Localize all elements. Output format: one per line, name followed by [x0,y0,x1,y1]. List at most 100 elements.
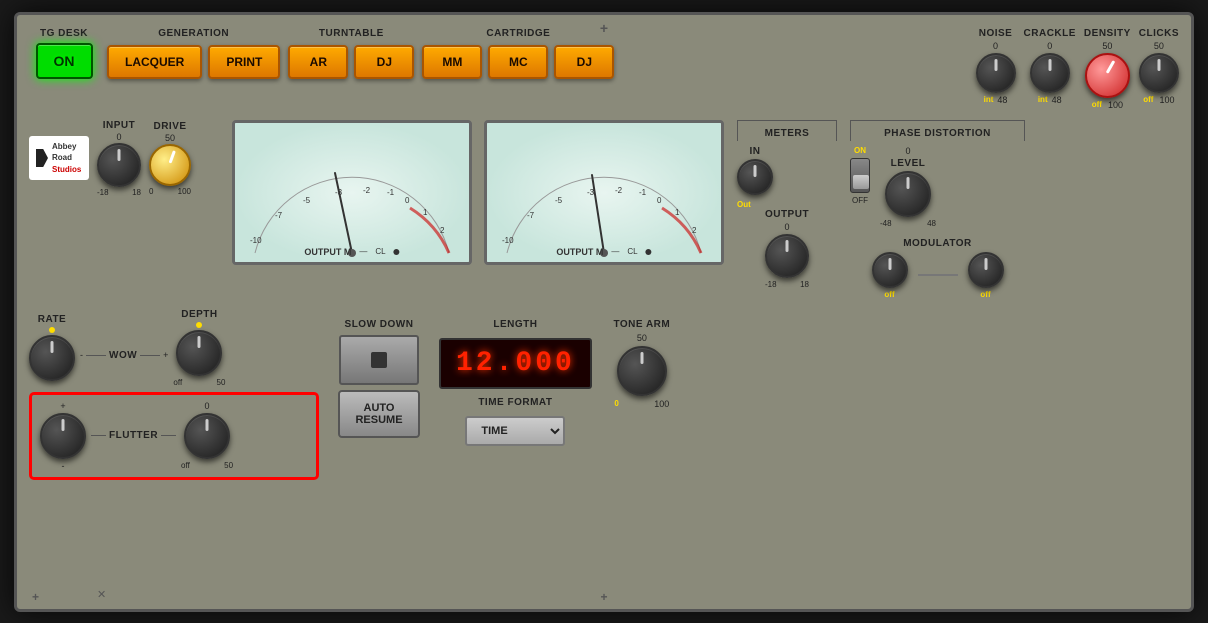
depth-dot [196,322,202,328]
close-icon: ✕ [97,588,106,601]
noise-label: NOISE [979,28,1013,39]
phase-on-label: ON [854,146,866,155]
depth-max: 50 [217,378,226,387]
slowdown-button[interactable] [339,335,419,385]
generation-label: GENERATION [158,28,229,39]
modulator-off-right: off [980,290,990,299]
input-label: INPUT [103,120,136,131]
tone-arm-value: 50 [637,333,647,343]
rate-knob[interactable] [29,335,75,381]
stop-icon [371,352,387,368]
vu-meter-left: -10 -7 -5 -3 -2 -1 0 1 2 [232,120,472,265]
vu-right-label: OUTPUT M [556,247,603,257]
drive-min: 0 [149,187,153,196]
flutter-depth-value: 0 [205,401,210,411]
wow-label: WOW [109,350,137,361]
ar-button[interactable]: AR [288,45,348,79]
svg-text:2: 2 [440,226,445,235]
slow-down-label: SLOW DOWN [345,319,414,330]
svg-text:0: 0 [405,196,410,205]
modulator-knob-left[interactable] [872,252,908,288]
level-min: -48 [880,219,892,228]
noise-knob[interactable] [976,53,1016,93]
phase-off-label: OFF [852,196,868,205]
length-label: LENGTH [493,319,537,330]
rate-label: RATE [38,314,66,325]
crackle-value: 0 [1047,41,1052,51]
svg-text:-7: -7 [275,211,283,220]
level-max: 48 [927,219,936,228]
mm-button[interactable]: MM [422,45,482,79]
drive-max: 100 [178,187,191,196]
crackle-int-label: int [1038,95,1048,105]
input-max: 18 [132,188,141,197]
input-knob[interactable] [97,143,141,187]
svg-text:1: 1 [423,208,428,217]
output-knob[interactable] [765,234,809,278]
abbey-line3: Studios [52,164,81,175]
time-format-label: TIME FORMAT [478,397,552,408]
density-off-label: off [1092,100,1102,110]
depth-label: DEPTH [181,309,217,320]
bottom-left-plus: + [32,590,39,604]
clicks-max: 100 [1159,95,1174,105]
dj-cartridge-button[interactable]: DJ [554,45,614,79]
plugin-container: + TG DESK ON GENERATION LACQUER PRINT TU… [14,12,1194,612]
drive-value: 50 [165,133,175,143]
svg-text:-2: -2 [363,186,371,195]
crackle-knob[interactable] [1030,53,1070,93]
svg-text:-1: -1 [639,188,647,197]
flutter-depth-knob[interactable] [184,413,230,459]
mc-button[interactable]: MC [488,45,548,79]
modulator-knob-right[interactable] [968,252,1004,288]
wow-plus: + [163,350,168,360]
dj-turntable-button[interactable]: DJ [354,45,414,79]
lacquer-button[interactable]: LACQUER [107,45,202,79]
level-knob[interactable] [885,171,931,217]
drive-label: DRIVE [153,121,186,132]
tone-arm-label: TONE ARM [613,319,670,330]
svg-text:1: 1 [675,208,680,217]
meters-label: METERS [765,128,810,139]
flutter-plus-left: + [60,401,65,411]
input-value: 0 [116,132,121,142]
on-button[interactable]: ON [36,43,93,79]
clicks-value: 50 [1154,41,1164,51]
modulator-label: MODULATOR [850,238,1025,249]
svg-text:-5: -5 [555,196,563,205]
flutter-minus-left: - [62,461,65,471]
tone-arm-min: 0 [614,399,618,409]
phase-toggle[interactable] [850,158,870,193]
tone-arm-knob[interactable] [617,346,667,396]
meters-in-label: IN [750,146,761,157]
clicks-knob[interactable] [1139,53,1179,93]
output-value: 0 [784,222,789,232]
drive-knob[interactable] [149,144,191,186]
density-knob[interactable] [1085,53,1130,98]
crackle-label: CRACKLE [1024,28,1076,39]
flutter-rate-knob[interactable] [40,413,86,459]
tg-desk-label: TG DESK [40,28,88,39]
noise-value: 0 [993,41,998,51]
svg-text:-7: -7 [527,211,535,220]
time-format-select[interactable]: TIME BARS SAMPLES [465,416,565,446]
flutter-max: 50 [224,461,233,470]
svg-text:-5: -5 [303,196,311,205]
print-button[interactable]: PRINT [208,45,280,79]
abbey-line1: Abbey [52,141,81,152]
meters-in-knob[interactable] [737,159,773,195]
svg-text:-10: -10 [250,236,262,245]
modulator-off-left: off [884,290,894,299]
cartridge-label: CARTRIDGE [486,28,550,39]
length-display: 12.000 [439,338,592,389]
density-max: 100 [1108,100,1123,110]
svg-text:2: 2 [692,226,697,235]
clicks-off-label: off [1143,95,1153,105]
input-min: -18 [97,188,109,197]
density-label: DENSITY [1084,28,1131,39]
auto-resume-button[interactable]: AUTORESUME [338,390,419,438]
svg-text:-10: -10 [502,236,514,245]
output-max: 18 [800,280,809,289]
phase-distortion-label: PHASE DISTORTION [884,128,991,139]
depth-knob[interactable] [176,330,222,376]
